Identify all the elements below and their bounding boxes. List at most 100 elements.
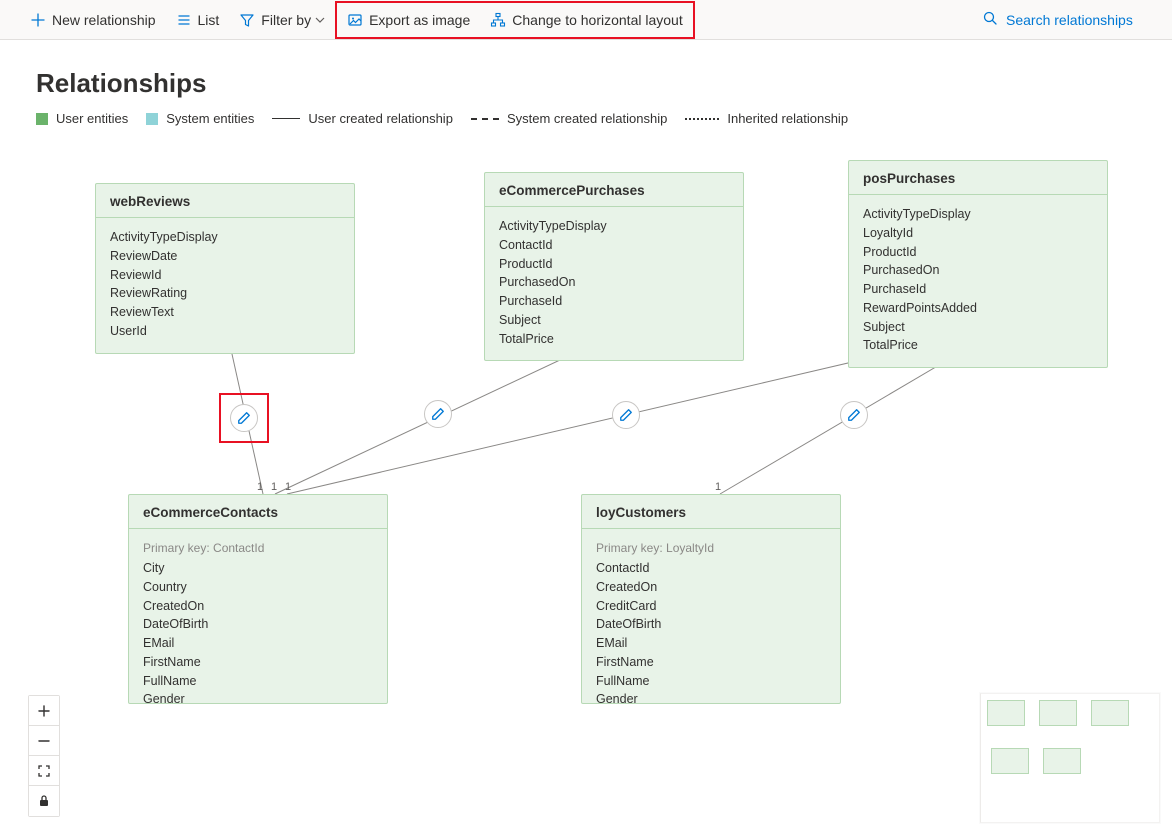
search-area[interactable] (972, 10, 1164, 29)
field: PurchaseId (499, 292, 729, 311)
page-title: Relationships (36, 68, 1136, 99)
edit-relationship-button[interactable] (424, 400, 452, 428)
legend-inherited-rel: Inherited relationship (685, 111, 848, 126)
legend-user-rel-label: User created relationship (308, 111, 453, 126)
filter-button[interactable]: Filter by (229, 0, 335, 40)
edit-relationship-button[interactable] (612, 401, 640, 429)
chevron-down-icon (315, 12, 325, 28)
minimap-entity (991, 748, 1029, 774)
image-icon (347, 12, 363, 28)
edit-relationship-button[interactable] (840, 401, 868, 429)
entity-fields: ActivityTypeDisplay LoyaltyId ProductId … (849, 195, 1107, 367)
field: ReviewId (110, 266, 340, 285)
minimap-row (987, 748, 1153, 774)
entity-fields: ActivityTypeDisplay ReviewDate ReviewId … (96, 218, 354, 353)
mult-one: 1 (271, 481, 277, 493)
field: City (143, 559, 373, 578)
entity-fields: Primary key: LoyaltyId ContactId Created… (582, 529, 840, 704)
field: Country (143, 578, 373, 597)
minimap-row (987, 700, 1153, 726)
field: ActivityTypeDisplay (863, 205, 1093, 224)
lock-button[interactable] (29, 786, 59, 816)
field: ReviewRating (110, 284, 340, 303)
entity-title: webReviews (96, 184, 354, 218)
list-label: List (198, 12, 220, 28)
pk-label: Primary key: (143, 541, 210, 555)
fit-screen-button[interactable] (29, 756, 59, 786)
entity-ecommercecontacts[interactable]: eCommerceContacts Primary key: ContactId… (128, 494, 388, 704)
entity-webreviews[interactable]: webReviews ActivityTypeDisplay ReviewDat… (95, 183, 355, 354)
search-input[interactable] (1004, 11, 1154, 29)
page-header: Relationships User entities System entit… (0, 40, 1172, 126)
field: Subject (863, 318, 1093, 337)
field: Gender (596, 690, 826, 704)
legend-user-entities: User entities (36, 111, 128, 126)
new-relationship-button[interactable]: New relationship (20, 0, 166, 40)
change-layout-label: Change to horizontal layout (512, 12, 682, 28)
field: PurchasedOn (863, 261, 1093, 280)
field: EMail (143, 634, 373, 653)
dashed-line-icon (471, 118, 499, 120)
field: TotalPrice (499, 330, 729, 349)
zoom-out-button[interactable] (29, 726, 59, 756)
solid-line-icon (272, 118, 300, 119)
zoom-in-button[interactable] (29, 696, 59, 726)
entity-pospurchases[interactable]: posPurchases ActivityTypeDisplay Loyalty… (848, 160, 1108, 368)
legend: User entities System entities User creat… (36, 111, 1136, 126)
field: DateOfBirth (596, 615, 826, 634)
entity-title: eCommerceContacts (129, 495, 387, 529)
list-icon (176, 12, 192, 28)
field: CreatedOn (143, 597, 373, 616)
field: CreatedOn (596, 578, 826, 597)
legend-system-rel-label: System created relationship (507, 111, 667, 126)
primary-key: Primary key: ContactId (143, 539, 373, 557)
entity-fields: ActivityTypeDisplay ContactId ProductId … (485, 207, 743, 360)
filter-icon (239, 12, 255, 28)
export-image-label: Export as image (369, 12, 470, 28)
zoom-controls (28, 695, 60, 817)
system-entity-swatch (146, 113, 158, 125)
primary-key: Primary key: LoyaltyId (596, 539, 826, 557)
minimap-entity (1091, 700, 1129, 726)
field: ActivityTypeDisplay (110, 228, 340, 247)
edit-relationship-button[interactable] (230, 404, 258, 432)
dotted-line-icon (685, 118, 719, 120)
search-icon (982, 10, 998, 29)
entity-title: eCommercePurchases (485, 173, 743, 207)
field: LoyaltyId (863, 224, 1093, 243)
minimap[interactable] (980, 693, 1160, 823)
user-entity-swatch (36, 113, 48, 125)
field: ProductId (499, 255, 729, 274)
filter-label: Filter by (261, 12, 311, 28)
field: DateOfBirth (143, 615, 373, 634)
field: FullName (596, 672, 826, 691)
change-layout-button[interactable]: Change to horizontal layout (480, 0, 692, 40)
field: TotalPrice (863, 336, 1093, 355)
minimap-entity (987, 700, 1025, 726)
export-image-button[interactable]: Export as image (337, 0, 480, 40)
field: UserId (110, 322, 340, 341)
pk-value: ContactId (213, 541, 264, 555)
entity-title: loyCustomers (582, 495, 840, 529)
entity-title: posPurchases (849, 161, 1107, 195)
field: FirstName (143, 653, 373, 672)
field: ActivityTypeDisplay (499, 217, 729, 236)
field: FullName (143, 672, 373, 691)
field: Subject (499, 311, 729, 330)
entity-loycustomers[interactable]: loyCustomers Primary key: LoyaltyId Cont… (581, 494, 841, 704)
field: PurchasedOn (499, 273, 729, 292)
pk-label: Primary key: (596, 541, 663, 555)
pk-value: LoyaltyId (666, 541, 714, 555)
mult-one: 1 (285, 481, 291, 493)
minimap-entity (1039, 700, 1077, 726)
field: CreditCard (596, 597, 826, 616)
mult-one: 1 (257, 481, 263, 493)
legend-system-entities: System entities (146, 111, 254, 126)
legend-inherited-rel-label: Inherited relationship (727, 111, 848, 126)
legend-system-entities-label: System entities (166, 111, 254, 126)
new-relationship-label: New relationship (52, 12, 156, 28)
legend-user-rel: User created relationship (272, 111, 453, 126)
entity-ecommercepurchases[interactable]: eCommercePurchases ActivityTypeDisplay C… (484, 172, 744, 361)
toolbar: New relationship List Filter by Export a… (0, 0, 1172, 40)
list-button[interactable]: List (166, 0, 230, 40)
